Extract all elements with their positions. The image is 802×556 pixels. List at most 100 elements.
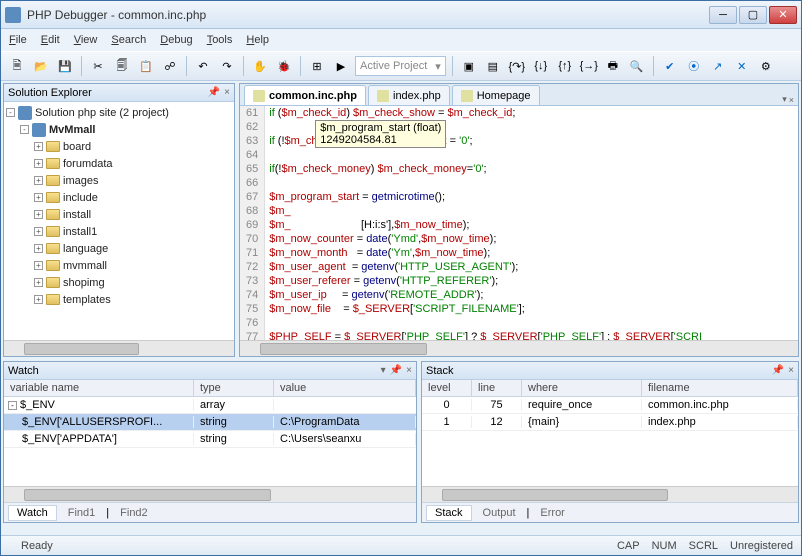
watch-row[interactable]: $_ENV['ALLUSERSPROFI...stringC:\ProgramD… [4, 414, 416, 431]
editor-tab[interactable]: common.inc.php [244, 85, 366, 105]
code-line[interactable] [269, 316, 794, 330]
pin-icon[interactable]: 📌 [390, 365, 402, 376]
code-line[interactable]: $m_user_referer = getenv('HTTP_REFERER')… [269, 274, 794, 288]
watch-row[interactable]: -$_ENVarray [4, 397, 416, 414]
paste-icon[interactable]: 📋 [136, 56, 156, 76]
project-selector[interactable]: Active Project▾ [355, 56, 446, 76]
undo-icon[interactable]: ↶ [193, 56, 213, 76]
subtab-error[interactable]: Error [531, 505, 573, 521]
view1-icon[interactable]: ▣ [459, 56, 479, 76]
menu-edit[interactable]: Edit [41, 34, 60, 46]
editor-tab[interactable]: Homepage [452, 85, 540, 105]
tree-item[interactable]: forumdata [63, 158, 113, 170]
menu-debug[interactable]: Debug [160, 34, 192, 46]
code-line[interactable]: $m_now_file = $_SERVER['SCRIPT_FILENAME'… [269, 302, 794, 316]
tree-toggle[interactable]: - [6, 108, 15, 117]
runto-icon[interactable]: {→} [579, 56, 599, 76]
bm2-icon[interactable]: ⦿ [684, 56, 704, 76]
tree-item[interactable]: include [63, 192, 98, 204]
tree-item[interactable]: language [63, 243, 108, 255]
code-line[interactable]: $m_user_ip = getenv('REMOTE_ADDR'); [269, 288, 794, 302]
code-line[interactable]: if ($m_check_id) $m_check_show = $m_chec… [269, 106, 794, 120]
tree-item[interactable]: install [63, 209, 91, 221]
h-scrollbar[interactable] [4, 486, 416, 502]
redo-icon[interactable]: ↷ [217, 56, 237, 76]
tab-dropdown-icon[interactable]: ▾ [782, 94, 787, 105]
pin-icon[interactable]: 📌 [772, 365, 784, 376]
panel-close-icon[interactable]: × [406, 365, 412, 376]
stepout-icon[interactable]: {↑} [555, 56, 575, 76]
code-line[interactable]: $m_now_counter = date('Ymd',$m_now_time)… [269, 232, 794, 246]
menu-tools[interactable]: Tools [207, 34, 233, 46]
code-line[interactable]: $m_program_start = getmicrotime(); [269, 190, 794, 204]
col-type[interactable]: type [194, 380, 274, 396]
subtab-find1[interactable]: Find1 [59, 505, 105, 521]
print-icon[interactable]: 🖶 [603, 56, 623, 76]
col-variable[interactable]: variable name [4, 380, 194, 396]
code-editor[interactable]: 616263646566676869707172737475767778 $m_… [240, 106, 798, 340]
cut-icon[interactable]: ✂ [88, 56, 108, 76]
open-icon[interactable]: 📂 [31, 56, 51, 76]
menu-file[interactable]: File [9, 34, 27, 46]
watch-row[interactable]: $_ENV['APPDATA']stringC:\Users\seanxu [4, 431, 416, 448]
code-line[interactable] [269, 148, 794, 162]
tree-item[interactable]: board [63, 141, 91, 153]
gear-icon[interactable]: ⚙ [756, 56, 776, 76]
clone-icon[interactable]: ☍ [160, 56, 180, 76]
subtab-stack[interactable]: Stack [426, 505, 472, 521]
stack-row[interactable]: 075require_oncecommon.inc.php [422, 397, 798, 414]
panel-close-icon[interactable]: × [788, 365, 794, 376]
tree-toggle[interactable]: + [34, 193, 43, 202]
bm4-icon[interactable]: ✕ [732, 56, 752, 76]
code-line[interactable]: if(!$m_check_money) $m_check_money='0'; [269, 162, 794, 176]
editor-tab[interactable]: index.php [368, 85, 450, 105]
tree-toggle[interactable]: + [34, 261, 43, 270]
h-scrollbar[interactable] [4, 340, 234, 356]
col-where[interactable]: where [522, 380, 642, 396]
toggle-icon[interactable]: ⊞ [307, 56, 327, 76]
tree-toggle[interactable]: + [34, 227, 43, 236]
col-value[interactable]: value [274, 380, 416, 396]
h-scrollbar[interactable] [240, 340, 798, 356]
pin-icon[interactable]: 📌 [208, 87, 220, 98]
code-line[interactable]: $m_ [H:i:s'],$m_now_time); [269, 218, 794, 232]
code-line[interactable]: $m_user_agent = getenv('HTTP_USER_AGENT'… [269, 260, 794, 274]
tree-toggle[interactable]: - [20, 125, 29, 134]
menu-help[interactable]: Help [246, 34, 269, 46]
menu-search[interactable]: Search [111, 34, 146, 46]
tree-item[interactable]: mvmmall [63, 260, 107, 272]
play-icon[interactable]: ▶ [331, 56, 351, 76]
watch-dropdown-icon[interactable]: ▾ [381, 365, 386, 376]
stepin-icon[interactable]: {↓} [531, 56, 551, 76]
view2-icon[interactable]: ▤ [483, 56, 503, 76]
tree-toggle[interactable]: + [34, 142, 43, 151]
code-line[interactable]: $PHP_SELF = $_SERVER['PHP_SELF'] ? $_SER… [269, 330, 794, 340]
subtab-find2[interactable]: Find2 [111, 505, 157, 521]
minimize-button[interactable]: ─ [709, 6, 737, 24]
tree-toggle[interactable]: + [34, 244, 43, 253]
subtab-watch[interactable]: Watch [8, 505, 57, 521]
close-button[interactable]: ✕ [769, 6, 797, 24]
bm1-icon[interactable]: ✔ [660, 56, 680, 76]
tree-item[interactable]: install1 [63, 226, 97, 238]
tab-close-icon[interactable]: × [789, 95, 794, 105]
code-line[interactable]: $m_ [269, 204, 794, 218]
col-level[interactable]: level [422, 380, 472, 396]
subtab-output[interactable]: Output [474, 505, 525, 521]
col-filename[interactable]: filename [642, 380, 798, 396]
code-line[interactable]: $m_now_month = date('Ym',$m_now_time); [269, 246, 794, 260]
stack-row[interactable]: 112{main}index.php [422, 414, 798, 431]
menu-view[interactable]: View [74, 34, 98, 46]
tree-item[interactable]: shopimg [63, 277, 105, 289]
save-icon[interactable]: 💾 [55, 56, 75, 76]
tree-toggle[interactable]: + [34, 278, 43, 287]
bm3-icon[interactable]: ↗ [708, 56, 728, 76]
code-line[interactable] [269, 176, 794, 190]
panel-close-icon[interactable]: × [224, 87, 230, 98]
tree-toggle[interactable]: + [34, 210, 43, 219]
tree-toggle[interactable]: + [34, 176, 43, 185]
bug-icon[interactable]: 🐞 [274, 56, 294, 76]
h-scrollbar[interactable] [422, 486, 798, 502]
tree-item[interactable]: images [63, 175, 98, 187]
stepover-icon[interactable]: {↷} [507, 56, 527, 76]
